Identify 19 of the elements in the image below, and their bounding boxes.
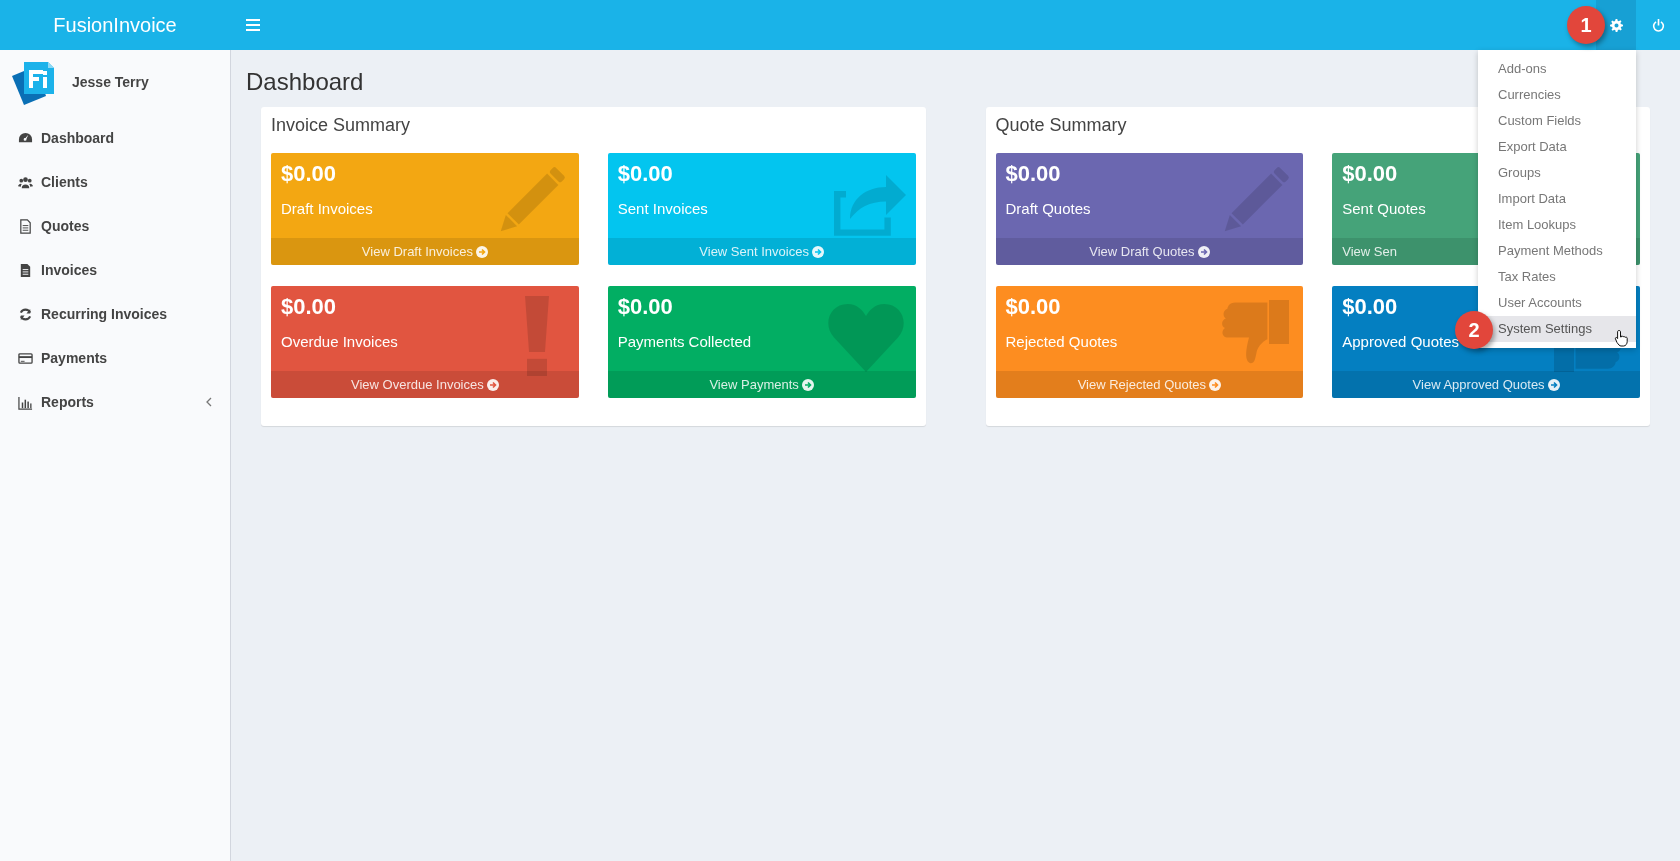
- amount-value: $0.00: [617, 294, 673, 321]
- amount-value: $0.00: [1342, 294, 1398, 321]
- amount-value: $0.00: [1342, 161, 1398, 188]
- card-label: Sent Quotes: [1342, 199, 1426, 220]
- amount-value: $0.00: [281, 294, 337, 321]
- card-label: Draft Quotes: [1005, 199, 1091, 220]
- amount-value: $0.00: [1005, 294, 1061, 321]
- card-label: Draft Invoices: [281, 199, 373, 220]
- panel-title: Invoice Summary: [271, 114, 411, 137]
- card-label: Payments Collected: [617, 332, 752, 353]
- panel-title: Quote Summary: [995, 114, 1127, 137]
- amount-value: $0.00: [617, 161, 673, 188]
- page-title: Dashboard: [246, 68, 364, 97]
- card-label: Rejected Quotes: [1005, 332, 1118, 353]
- card-label: Sent Invoices: [617, 199, 708, 220]
- amount-value: $0.00: [1005, 161, 1061, 188]
- user-name: Jesse Terry: [72, 73, 149, 92]
- amount-value: $0.00: [281, 161, 337, 188]
- card-label: Overdue Invoices: [281, 332, 398, 353]
